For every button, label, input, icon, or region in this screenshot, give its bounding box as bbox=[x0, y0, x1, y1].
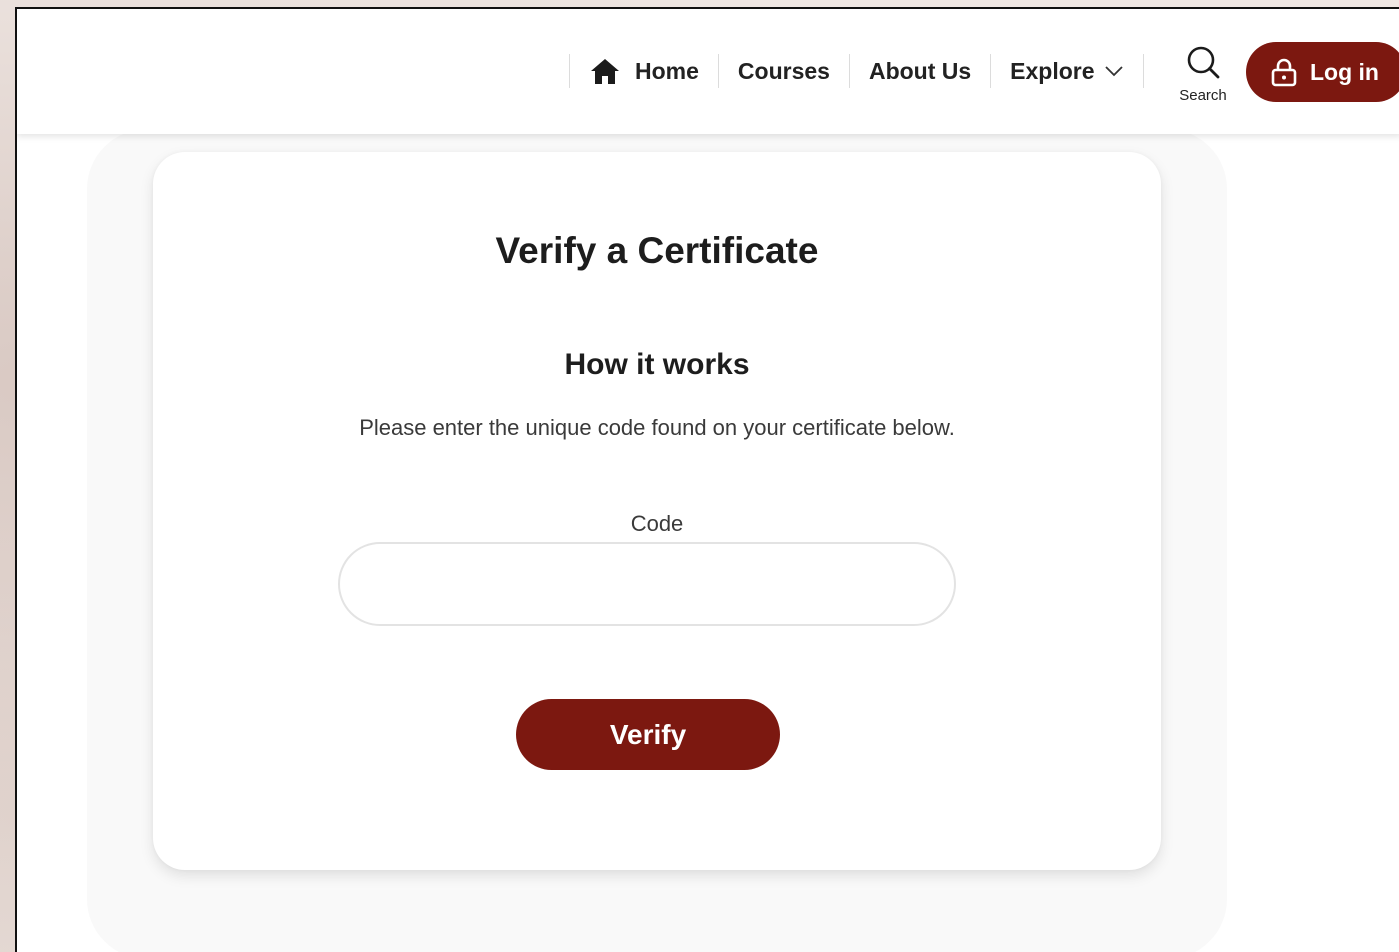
nav-item-about-us[interactable]: About Us bbox=[850, 58, 990, 85]
nav-item-courses[interactable]: Courses bbox=[719, 58, 849, 85]
code-input[interactable] bbox=[338, 542, 956, 626]
browser-viewport: Home Courses About Us Explore Search Log… bbox=[15, 7, 1399, 952]
search-label: Search bbox=[1179, 87, 1227, 104]
code-label: Code bbox=[630, 511, 684, 536]
login-label: Log in bbox=[1310, 58, 1379, 85]
lock-icon bbox=[1270, 57, 1298, 87]
nav-item-explore[interactable]: Explore bbox=[991, 58, 1142, 85]
nav-item-label: About Us bbox=[868, 57, 972, 84]
nav-divider bbox=[1142, 54, 1144, 88]
nav-item-label: Home bbox=[635, 57, 699, 84]
section-heading: How it works bbox=[564, 348, 750, 381]
nav-item-label: Courses bbox=[737, 57, 830, 84]
login-button[interactable]: Log in bbox=[1246, 42, 1399, 102]
chevron-down-icon bbox=[1104, 65, 1124, 77]
verify-button[interactable]: Verify bbox=[516, 699, 780, 770]
verify-certificate-card: Verify a Certificate How it works Please… bbox=[153, 152, 1161, 870]
site-header: Home Courses About Us Explore Search Log… bbox=[17, 9, 1399, 134]
page-title: Verify a Certificate bbox=[495, 230, 819, 271]
main-nav: Home Courses About Us Explore bbox=[569, 45, 1144, 97]
search-button[interactable]: Search bbox=[1175, 45, 1231, 104]
instructions-text: Please enter the unique code found on yo… bbox=[359, 415, 955, 440]
nav-item-home[interactable]: Home bbox=[570, 57, 718, 85]
nav-item-label: Explore bbox=[1010, 57, 1095, 84]
search-icon bbox=[1184, 45, 1222, 86]
home-icon bbox=[589, 57, 621, 85]
